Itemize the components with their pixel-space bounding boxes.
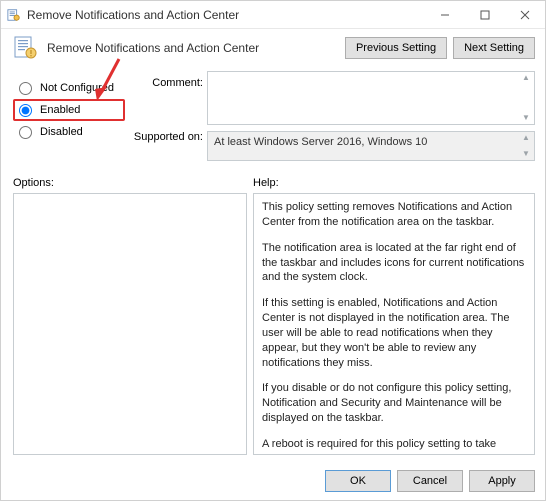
gpedit-icon (7, 8, 21, 22)
setting-header: Remove Notifications and Action Center P… (1, 29, 545, 67)
field-labels: Comment: Supported on: (129, 71, 203, 161)
policy-icon (13, 35, 39, 61)
scroll-up-icon: ▲ (522, 134, 530, 142)
ok-button[interactable]: OK (325, 470, 391, 492)
help-pane[interactable]: This policy setting removes Notification… (253, 193, 535, 455)
scroll-down-icon[interactable]: ▼ (522, 114, 530, 122)
radio-disabled-input[interactable] (19, 126, 32, 139)
radio-enabled[interactable]: Enabled (19, 99, 80, 121)
scrollbar[interactable]: ▲▼ (518, 72, 534, 124)
comment-field[interactable]: ▲▼ (207, 71, 535, 125)
help-paragraph: The notification area is located at the … (262, 241, 526, 286)
window-controls (425, 1, 545, 29)
supported-on-field: At least Windows Server 2016, Windows 10… (207, 131, 535, 161)
pane-labels: Options: Help: (1, 165, 545, 193)
help-paragraph: A reboot is required for this policy set… (262, 437, 526, 455)
radio-not-configured-input[interactable] (19, 82, 32, 95)
comment-value (208, 72, 534, 80)
title-bar: Remove Notifications and Action Center (1, 1, 545, 29)
radio-disabled[interactable]: Disabled (17, 121, 125, 143)
dialog-buttons: OK Cancel Apply (325, 470, 535, 492)
scrollbar: ▲▼ (518, 132, 534, 160)
help-label: Help: (253, 177, 279, 189)
supported-label: Supported on: (129, 131, 203, 143)
setting-title: Remove Notifications and Action Center (47, 41, 337, 55)
close-button[interactable] (505, 1, 545, 29)
next-setting-button[interactable]: Next Setting (453, 37, 535, 59)
radio-label: Enabled (40, 104, 80, 116)
radio-enabled-input[interactable] (19, 104, 32, 117)
previous-setting-button[interactable]: Previous Setting (345, 37, 447, 59)
config-area: Not Configured Enabled Disabled Comment:… (1, 67, 545, 165)
comment-label: Comment: (129, 77, 203, 89)
options-label: Options: (13, 177, 253, 189)
panes: This policy setting removes Notification… (1, 193, 545, 455)
radio-label: Not Configured (40, 82, 114, 94)
apply-button[interactable]: Apply (469, 470, 535, 492)
cancel-button[interactable]: Cancel (397, 470, 463, 492)
help-paragraph: If this setting is enabled, Notification… (262, 296, 526, 370)
help-paragraph: This policy setting removes Notification… (262, 200, 526, 230)
scroll-up-icon[interactable]: ▲ (522, 74, 530, 82)
help-paragraph: If you disable or do not configure this … (262, 381, 526, 426)
annotation-highlight: Enabled (13, 99, 125, 121)
minimize-button[interactable] (425, 1, 465, 29)
radio-not-configured[interactable]: Not Configured (17, 77, 125, 99)
maximize-button[interactable] (465, 1, 505, 29)
radio-label: Disabled (40, 126, 83, 138)
window-title: Remove Notifications and Action Center (27, 8, 425, 22)
supported-on-value: At least Windows Server 2016, Windows 10 (214, 136, 427, 148)
options-pane[interactable] (13, 193, 247, 455)
state-radios: Not Configured Enabled Disabled (17, 71, 125, 161)
scroll-down-icon: ▼ (522, 150, 530, 158)
